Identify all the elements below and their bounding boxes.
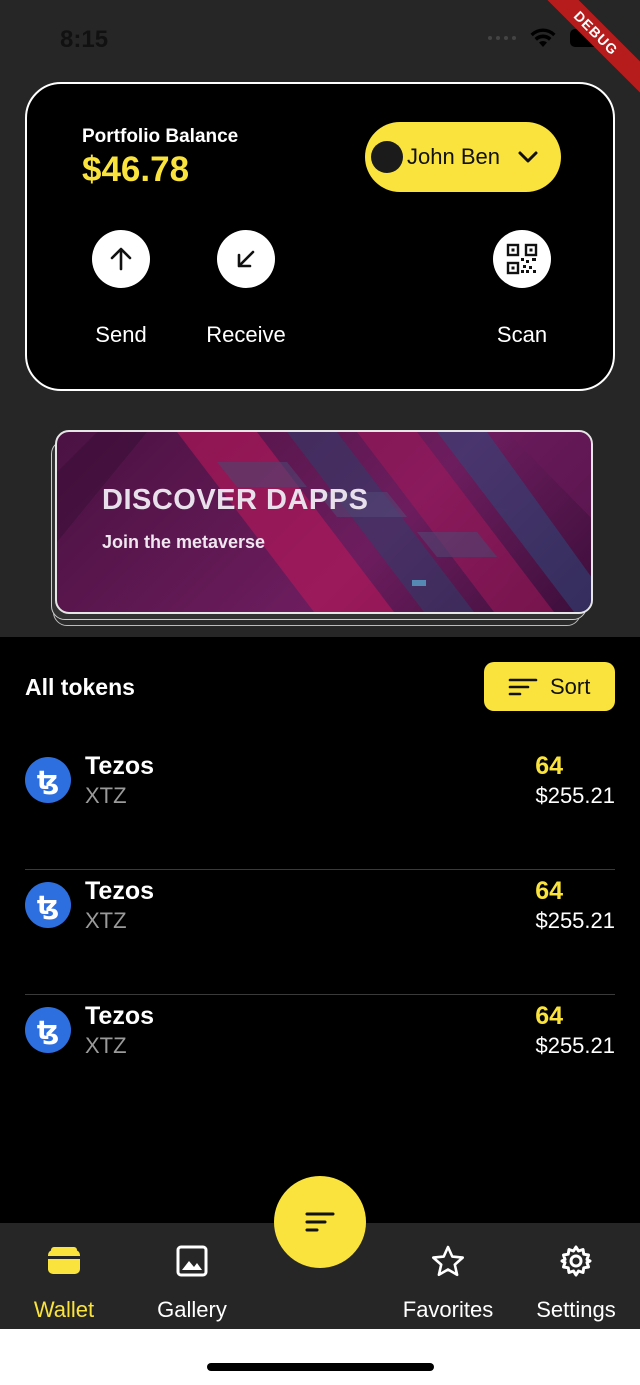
sort-icon [508, 678, 538, 695]
star-icon [384, 1243, 512, 1279]
token-value: $255.21 [535, 1033, 615, 1058]
nav-favorites[interactable]: Favorites [384, 1243, 512, 1323]
tezos-icon: ꜩ [25, 1007, 71, 1053]
token-symbol: XTZ [85, 783, 127, 808]
nav-gallery-label: Gallery [157, 1297, 227, 1322]
token-value: $255.21 [535, 908, 615, 933]
token-value: $255.21 [535, 783, 615, 808]
token-amount: 64 [535, 752, 563, 780]
sort-label: Sort [550, 673, 591, 699]
gallery-icon [128, 1243, 256, 1279]
send-button[interactable]: Send [61, 230, 181, 348]
discover-dapps-banner[interactable]: DISCOVER DAPPS Join the metaverse [55, 430, 593, 614]
receive-label: Receive [206, 322, 286, 347]
tezos-icon: ꜩ [25, 757, 71, 803]
banner-background-image [57, 432, 591, 612]
discover-banner-carousel[interactable]: DISCOVER DAPPS Join the metaverse [50, 430, 595, 630]
qr-code-icon [493, 230, 551, 288]
portfolio-card: Portfolio Balance $46.78 John Ben Send R… [25, 82, 615, 391]
avatar [371, 141, 403, 173]
token-symbol: XTZ [85, 1033, 127, 1058]
token-row[interactable]: ꜩ Tezos XTZ 64 $255.21 [25, 745, 615, 870]
chevron-down-icon [517, 150, 539, 164]
token-row[interactable]: ꜩ Tezos XTZ 64 $255.21 [25, 870, 615, 995]
banner-subtitle: Join the metaverse [102, 532, 266, 552]
tokens-title: All tokens [25, 674, 135, 700]
home-indicator[interactable] [207, 1363, 434, 1371]
send-label: Send [95, 322, 147, 347]
tezos-icon: ꜩ [25, 882, 71, 928]
scan-label: Scan [496, 322, 548, 347]
nav-gallery[interactable]: Gallery [128, 1243, 256, 1323]
home-indicator-area [0, 1329, 640, 1385]
status-bar: 8:15 [0, 0, 640, 80]
account-selector[interactable]: John Ben [365, 122, 561, 192]
token-name: Tezos [85, 877, 154, 905]
nav-wallet-label: Wallet [33, 1297, 95, 1322]
token-amount: 64 [535, 1002, 563, 1030]
status-time: 8:15 [60, 26, 109, 53]
wallet-icon [0, 1243, 128, 1279]
token-name: Tezos [85, 752, 154, 780]
gear-icon [512, 1243, 640, 1279]
nav-settings-label: Settings [536, 1297, 616, 1322]
menu-fab-button[interactable] [274, 1176, 366, 1268]
wifi-icon [530, 28, 556, 47]
account-name: John Ben [407, 144, 500, 169]
token-symbol: XTZ [85, 908, 127, 933]
token-row[interactable]: ꜩ Tezos XTZ 64 $255.21 [25, 995, 615, 1120]
tokens-section: All tokens Sort ꜩ Tezos XTZ 64 $255.21 ꜩ… [0, 637, 640, 1223]
arrow-down-left-icon [217, 230, 275, 288]
portfolio-balance-label: Portfolio Balance [82, 126, 239, 147]
banner-title: DISCOVER DAPPS [102, 484, 369, 516]
nav-favorites-label: Favorites [402, 1297, 494, 1322]
token-name: Tezos [85, 1002, 154, 1030]
receive-button[interactable]: Receive [186, 230, 306, 348]
signal-icon [488, 36, 516, 40]
nav-settings[interactable]: Settings [512, 1243, 640, 1323]
nav-wallet[interactable]: Wallet [0, 1243, 128, 1323]
token-amount: 64 [535, 877, 563, 905]
arrow-up-icon [92, 230, 150, 288]
portfolio-balance-value: $46.78 [82, 150, 190, 189]
sort-lines-icon [305, 1212, 335, 1232]
sort-button[interactable]: Sort [484, 662, 615, 711]
scan-button[interactable]: Scan [462, 230, 582, 348]
